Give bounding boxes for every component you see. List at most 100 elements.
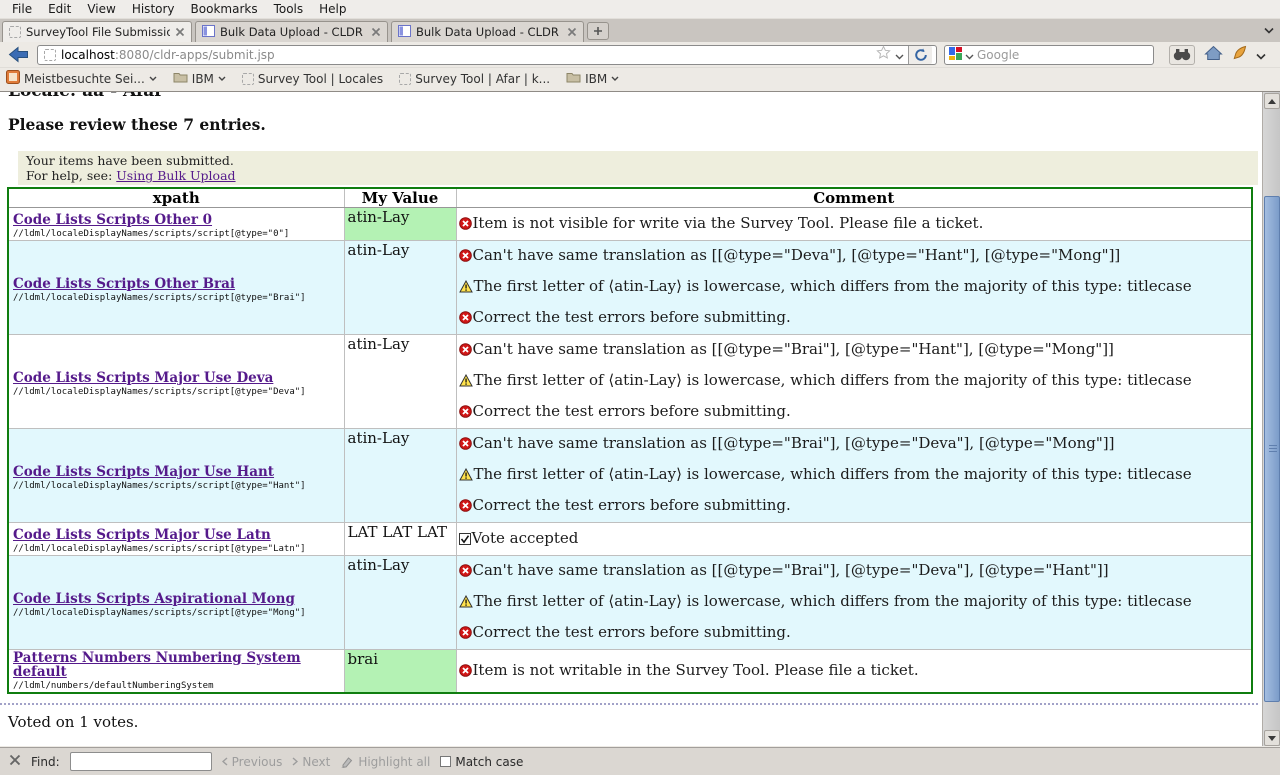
xpath-link[interactable]: Patterns Numbers Numbering System defaul… [13,651,340,679]
warning-icon [459,374,473,391]
comment-line: The first letter of ⟨atin-Lay⟩ is lowerc… [459,366,1250,397]
back-button[interactable] [6,45,30,65]
comment-line: Can't have same translation as [[@type="… [459,556,1250,587]
bookmark-label: Survey Tool | Afar | k... [415,72,550,86]
highlight-all-button[interactable]: Highlight all [340,755,430,769]
home-icon[interactable] [1204,45,1223,65]
my-value-cell: atin-Lay [344,208,456,241]
comment-text: Can't have same translation as [[@type="… [473,340,1114,358]
menu-view[interactable]: View [79,0,123,18]
menu-help[interactable]: Help [311,0,354,18]
comment-line: Item is not writable in the Survey Tool.… [459,660,1250,683]
find-previous-button[interactable]: Previous [222,755,283,769]
tab-close-icon[interactable] [567,27,577,37]
comment-line: The first letter of ⟨atin-Lay⟩ is lowerc… [459,587,1250,618]
column-header-my-value: My Value [344,188,456,208]
comment-text: The first letter of ⟨atin-Lay⟩ is lowerc… [474,592,1192,610]
tab-surveytool-file-submission[interactable]: SurveyTool File Submission | ... [2,21,192,42]
error-icon [459,343,472,360]
xpath-link[interactable]: Code Lists Scripts Aspirational Mong [13,592,295,606]
menu-tools[interactable]: Tools [266,0,312,18]
scroll-up-button[interactable] [1264,93,1280,109]
search-engine-chevron-icon[interactable] [965,45,974,64]
bookmark-label: IBM [192,72,214,86]
url-bar[interactable]: localhost :8080/cldr-apps/submit.jsp [37,45,937,65]
xpath-link[interactable]: Code Lists Scripts Other 0 [13,213,212,227]
placeholder-favicon [44,49,56,61]
my-value-cell: atin-Lay [344,556,456,650]
placeholder-favicon [9,26,21,38]
toolbar-overflow-chevron-icon[interactable] [1256,45,1266,64]
comment-text: The first letter of ⟨atin-Lay⟩ is lowerc… [474,277,1192,295]
dotted-separator [0,703,1258,705]
comment-text: Correct the test errors before submittin… [473,402,791,420]
scroll-down-button[interactable] [1264,730,1280,746]
error-icon [459,499,472,516]
google-logo-icon[interactable] [949,45,962,64]
my-value-cell: atin-Lay [344,241,456,335]
checkbox-icon[interactable] [440,756,451,767]
tab-close-icon[interactable] [371,27,381,37]
xpath-link[interactable]: Code Lists Scripts Major Use Latn [13,528,271,542]
chevron-down-icon [611,76,619,82]
menu-edit[interactable]: Edit [40,0,79,18]
notice-line1: Your items have been submitted. [26,153,1250,168]
xpath-link[interactable]: Code Lists Scripts Major Use Hant [13,465,274,479]
xpath-code: //ldml/localeDisplayNames/scripts/script… [13,388,340,397]
using-bulk-upload-link[interactable]: Using Bulk Upload [116,168,235,183]
comment-line: Correct the test errors before submittin… [459,491,1250,522]
scrollbar-thumb[interactable] [1264,196,1280,702]
scrollbar-grip [1269,445,1277,453]
voted-summary: Voted on 1 votes. [8,713,1280,731]
tab-bulk-data-upload-1[interactable]: Bulk Data Upload - CLDR - Un... [195,21,388,42]
find-close-icon[interactable] [9,754,21,769]
table-row: Code Lists Scripts Other Brai //ldml/loc… [8,241,1252,335]
comment-line: The first letter of ⟨atin-Lay⟩ is lowerc… [459,460,1250,491]
menu-bar: File Edit View History Bookmarks Tools H… [0,0,1280,19]
error-icon [459,311,472,328]
menu-file[interactable]: File [4,0,40,18]
search-input[interactable] [977,48,1149,62]
tab-close-icon[interactable] [175,27,185,37]
bookmark-most-visited[interactable]: Meistbesuchte Sei... [6,70,157,87]
window-favicon [202,25,215,40]
quill-icon[interactable] [1232,45,1247,64]
bookmark-ibm-folder-1[interactable]: IBM [173,71,226,86]
url-dropdown-chevron-icon[interactable] [895,45,904,64]
tab-bar: SurveyTool File Submission | ... Bulk Da… [0,19,1280,42]
menu-bookmarks[interactable]: Bookmarks [183,0,266,18]
bookmark-survey-tool-locales[interactable]: Survey Tool | Locales [242,72,383,86]
tab-list-chevron-icon[interactable] [1264,19,1274,38]
window-favicon [398,25,411,40]
xpath-link[interactable]: Code Lists Scripts Major Use Deva [13,371,273,385]
comment-text: The first letter of ⟨atin-Lay⟩ is lowerc… [474,371,1192,389]
submission-notice: Your items have been submitted. For help… [18,151,1258,185]
error-icon [459,664,472,681]
binoculars-icon[interactable] [1169,45,1195,65]
comment-text: Correct the test errors before submittin… [473,496,791,514]
tab-title: SurveyTool File Submission | ... [26,25,170,39]
comment-text: Item is not visible for write via the Su… [473,214,984,232]
column-header-xpath: xpath [8,188,344,208]
error-icon [459,626,472,643]
bookmark-star-icon[interactable] [876,45,891,64]
find-input[interactable] [70,752,212,771]
match-case-checkbox[interactable]: Match case [440,755,523,769]
comment-text: Can't have same translation as [[@type="… [473,434,1115,452]
comment-line: Correct the test errors before submittin… [459,618,1250,649]
bookmark-ibm-folder-2[interactable]: IBM [566,71,619,86]
page-title: Please review these 7 entries. [8,115,1280,134]
find-next-button[interactable]: Next [292,755,330,769]
reload-button[interactable] [908,46,932,64]
xpath-link[interactable]: Code Lists Scripts Other Brai [13,277,235,291]
vertical-scrollbar[interactable] [1262,92,1280,746]
bookmark-survey-tool-afar[interactable]: Survey Tool | Afar | k... [399,72,550,86]
find-bar: Find: Previous Next Highlight all Match … [0,747,1280,775]
tab-bulk-data-upload-2[interactable]: Bulk Data Upload - CLDR - Un... [391,21,584,42]
menu-history[interactable]: History [124,0,183,18]
placeholder-favicon [242,73,254,85]
chevron-down-icon [218,76,226,82]
table-header-row: xpath My Value Comment [8,188,1252,208]
search-bar[interactable] [944,45,1154,65]
new-tab-button[interactable] [587,22,609,40]
